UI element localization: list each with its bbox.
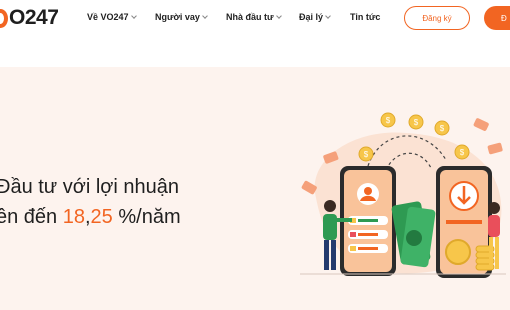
coin-icon: $ [434, 120, 450, 136]
hero-line-2-prefix: ên đến [0, 206, 63, 228]
nav-item-investor-label: Nhà đầu tư [226, 12, 274, 22]
register-button[interactable]: Đăng ký [404, 6, 470, 30]
chevron-down-icon [275, 12, 282, 19]
coin-icon: $ [380, 112, 396, 128]
nav-item-borrower[interactable]: Người vay [155, 12, 208, 22]
nav-item-news[interactable]: Tin tức [350, 12, 380, 22]
svg-text:$: $ [386, 116, 391, 125]
nav-item-investor[interactable]: Nhà đầu tư [226, 12, 282, 22]
coin-icon: $ [408, 114, 424, 130]
nav-item-agent-label: Đại lý [299, 12, 324, 22]
logo[interactable]: O247 [0, 6, 59, 30]
svg-text:$: $ [440, 124, 445, 133]
svg-text:$: $ [460, 148, 465, 157]
site-header: O247 Về VO247 Người vay Nhà đầu tư Đại l… [0, 0, 510, 37]
hero-headline: Đầu tư với lợi nhuận ên đến 18,25 %/năm [0, 172, 181, 232]
logo-ring [0, 8, 8, 28]
svg-text:$: $ [364, 150, 369, 159]
svg-text:$: $ [414, 118, 419, 127]
nav-item-about[interactable]: Về VO247 [87, 12, 137, 22]
investment-illustration: $ $ $ $ $ [300, 112, 506, 278]
login-button[interactable]: Đ [484, 6, 510, 30]
nav-item-agent[interactable]: Đại lý [299, 12, 331, 22]
chevron-down-icon [202, 12, 208, 19]
hero-line-2-suffix: %/năm [112, 206, 181, 228]
chevron-down-icon [325, 12, 331, 19]
coin-icon: $ [358, 146, 374, 162]
logo-text: O247 [9, 6, 59, 29]
rate-decimal: 25 [90, 206, 113, 228]
hero-line-1: Đầu tư với lợi nhuận [0, 176, 180, 198]
coin-icon: $ [454, 144, 470, 160]
chevron-down-icon [130, 12, 137, 19]
bill-icon [473, 118, 489, 131]
bill-icon [487, 142, 503, 155]
nav-item-about-label: Về VO247 [87, 12, 129, 22]
rate-integer: 18 [62, 206, 85, 228]
hero-line-2: ên đến 18,25 %/năm [0, 202, 181, 232]
nav-item-borrower-label: Người vay [155, 12, 200, 22]
nav-item-news-label: Tin tức [350, 12, 381, 22]
